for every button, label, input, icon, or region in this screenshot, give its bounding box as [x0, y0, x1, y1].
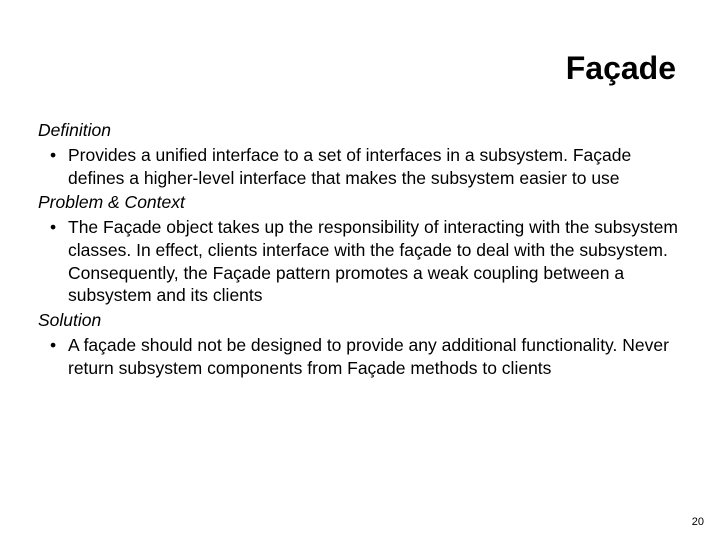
definition-label: Definition: [38, 119, 682, 142]
list-item: A façade should not be designed to provi…: [38, 334, 682, 380]
page-number: 20: [692, 516, 704, 528]
list-item: Provides a unified interface to a set of…: [38, 144, 682, 190]
list-item: The Façade object takes up the responsib…: [38, 216, 682, 307]
problem-context-list: The Façade object takes up the responsib…: [38, 216, 682, 307]
slide-body: Definition Provides a unified interface …: [38, 119, 682, 379]
solution-label: Solution: [38, 309, 682, 332]
slide-title: Façade: [38, 50, 682, 87]
definition-list: Provides a unified interface to a set of…: [38, 144, 682, 190]
solution-list: A façade should not be designed to provi…: [38, 334, 682, 380]
slide: Façade Definition Provides a unified int…: [0, 0, 720, 540]
problem-context-label: Problem & Context: [38, 191, 682, 214]
